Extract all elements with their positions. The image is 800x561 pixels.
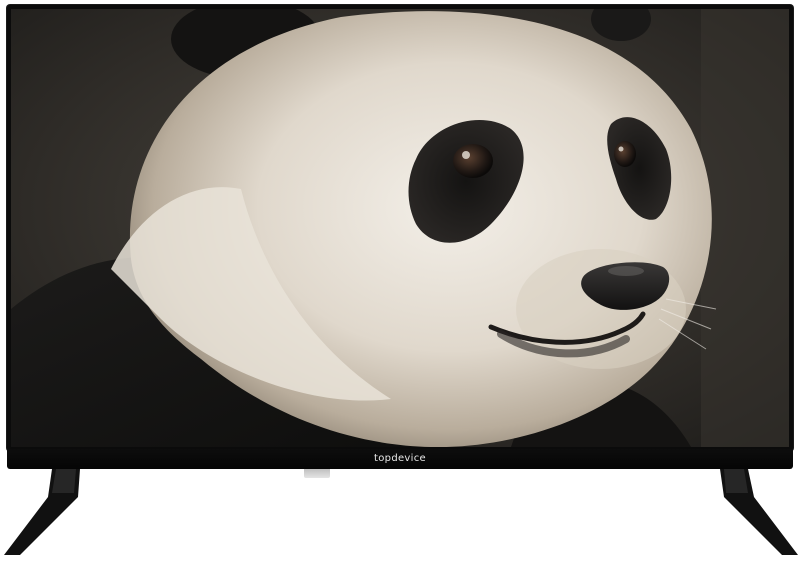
tv-bottom-bezel: topdevice — [7, 449, 793, 469]
product-photo: topdevice — [0, 0, 800, 561]
tv-frame — [7, 5, 793, 451]
ir-sensor — [304, 469, 330, 478]
brand-logo: topdevice — [374, 453, 426, 464]
tv-stand-left — [4, 469, 80, 555]
tv-stand-right — [720, 469, 798, 555]
tv-screen — [11, 9, 789, 447]
panda-image — [11, 9, 789, 447]
